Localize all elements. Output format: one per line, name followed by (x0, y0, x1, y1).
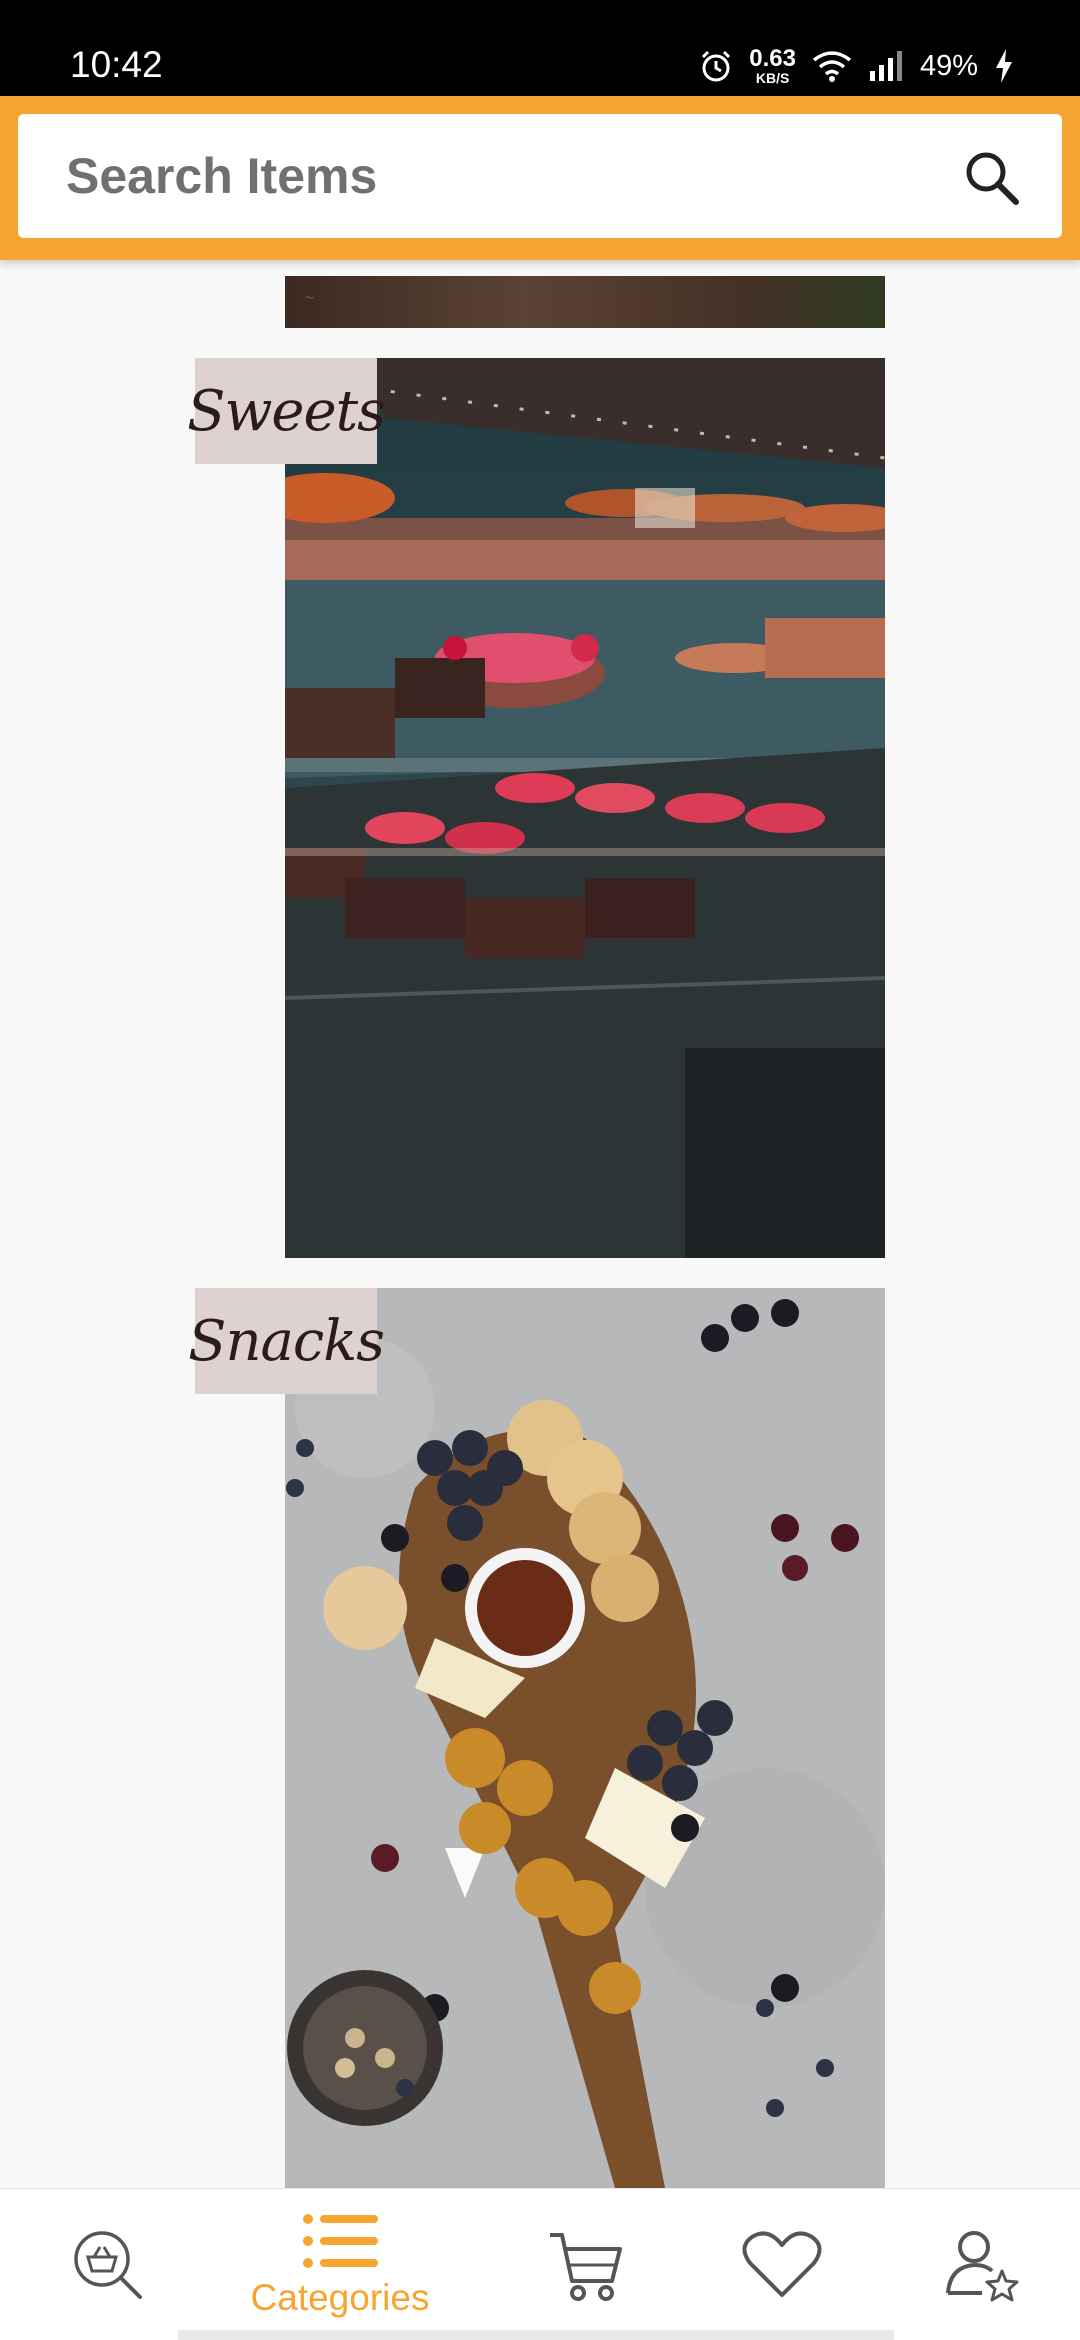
wifi-icon (812, 51, 852, 82)
nav-item-favorites[interactable] (674, 2189, 890, 2340)
nav-item-categories[interactable]: Categories (232, 2189, 448, 2340)
cart-icon (550, 2233, 622, 2301)
net-speed: 0.63 KB/S (749, 45, 796, 86)
nav-label-categories: Categories (250, 2277, 430, 2318)
nav-item-cart[interactable] (478, 2189, 694, 2340)
net-speed-unit: KB/S (755, 70, 790, 86)
bottom-nav: Categories (0, 2188, 1080, 2340)
category-label-snacks: Snacks (188, 1288, 385, 1394)
basket-search-icon (74, 2231, 142, 2299)
status-bar: 10:42 0.63 KB/S 49% (0, 0, 1080, 96)
category-label-sweets: Sweets (187, 358, 386, 464)
app-screen: 10:42 0.63 KB/S 49% Search Items ~ Sweet… (0, 0, 1080, 2340)
category-card-snacks[interactable] (285, 1288, 885, 2188)
gesture-bar (178, 2330, 894, 2340)
search-header (0, 96, 1080, 260)
category-card-sweets[interactable] (285, 358, 885, 1258)
category-list: ~ Sweets Snacks (0, 260, 1080, 2188)
category-card-partial[interactable]: ~ (285, 276, 885, 328)
net-speed-value: 0.63 (749, 45, 796, 72)
watermark-text: ~ (305, 290, 315, 307)
battery-percent: 49% (919, 49, 978, 82)
signal-icon (869, 51, 902, 81)
user-star-icon (946, 2231, 1019, 2302)
alarm-icon (702, 50, 731, 82)
status-icons: 0.63 KB/S 49% (699, 46, 1014, 86)
nav-item-profile[interactable] (874, 2189, 1080, 2340)
search-input[interactable] (66, 114, 926, 238)
status-time: 10:42 (70, 44, 163, 85)
nav-item-search-basket[interactable] (0, 2189, 216, 2340)
charcuterie-board-photo (285, 1288, 885, 2188)
list-icon (303, 2214, 378, 2268)
pastry-display-case-photo (285, 358, 885, 1258)
heart-icon (742, 2231, 822, 2297)
charging-icon (996, 49, 1012, 83)
search-box[interactable] (18, 114, 1062, 238)
search-icon[interactable] (962, 148, 1022, 208)
